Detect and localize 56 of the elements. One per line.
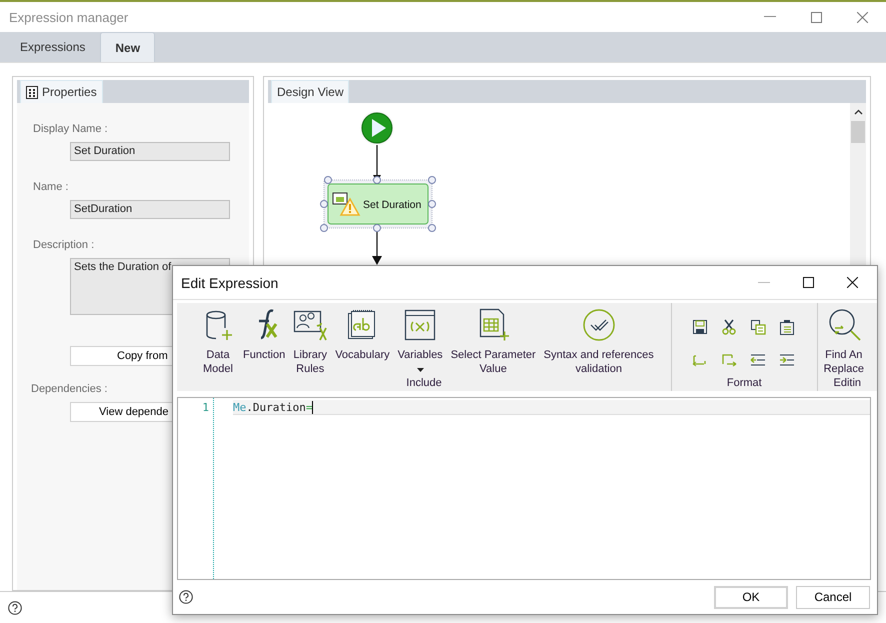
panel-tab-label: Properties xyxy=(42,85,97,99)
node-label: Set Duration xyxy=(363,199,422,211)
find-tool-button[interactable]: Find An Replace xyxy=(822,308,866,377)
scroll-up-icon[interactable] xyxy=(854,109,862,115)
selection-handle[interactable] xyxy=(373,176,381,184)
scroll-thumb[interactable] xyxy=(851,121,865,143)
vocabulary-tool-button[interactable]: Vocabulary xyxy=(333,308,392,377)
maximize-icon[interactable] xyxy=(803,277,814,288)
field-label: Description : xyxy=(33,239,96,251)
selection-handle[interactable] xyxy=(373,224,381,232)
magnifier-icon xyxy=(826,308,861,342)
connector-arrow xyxy=(372,232,382,265)
panel-tab[interactable]: Design View xyxy=(271,80,350,103)
people-fx-icon xyxy=(293,308,328,342)
line-number: 1 xyxy=(202,401,209,414)
cut-icon[interactable] xyxy=(721,319,738,335)
selection-handle[interactable] xyxy=(428,224,436,232)
group-label: Format xyxy=(726,377,763,391)
panel-tab[interactable]: Properties xyxy=(20,80,103,103)
parameter-tool-button[interactable]: Select Parameter Value xyxy=(448,308,538,377)
variable-window-icon xyxy=(403,308,438,342)
help-icon[interactable] xyxy=(8,600,22,614)
selection-handle[interactable] xyxy=(428,176,436,184)
field-label: Display Name : xyxy=(33,123,109,135)
grid-icon xyxy=(26,86,38,98)
group-label: Editin xyxy=(832,377,862,391)
start-icon[interactable] xyxy=(360,111,394,145)
help-icon[interactable] xyxy=(179,590,193,604)
text-field[interactable]: SetDuration xyxy=(70,200,230,219)
ok-button[interactable]: OK xyxy=(714,586,788,608)
outdent-icon[interactable] xyxy=(750,352,766,368)
code-editor[interactable]: 1 Me.Duration= xyxy=(177,397,871,580)
selection-handle[interactable] xyxy=(320,200,328,208)
cancel-button[interactable]: Cancel xyxy=(796,586,870,608)
close-icon[interactable] xyxy=(847,277,858,288)
selection-handle[interactable] xyxy=(320,224,328,232)
selection-handle[interactable] xyxy=(428,200,436,208)
save-icon[interactable] xyxy=(692,319,708,335)
field-label: Dependencies : xyxy=(31,383,108,395)
validation-tool-button[interactable]: Syntax and references validation xyxy=(542,308,656,377)
group-label: Include xyxy=(405,377,443,391)
screen-icon xyxy=(332,192,348,204)
copy-icon[interactable] xyxy=(750,319,766,335)
tab[interactable]: New xyxy=(100,32,156,62)
window-title: Expression manager xyxy=(9,10,128,24)
library-tool-button[interactable]: Library Rules xyxy=(291,308,330,377)
check-circle-icon xyxy=(582,308,616,342)
function-tool-button[interactable]: Function xyxy=(241,308,288,377)
text-field[interactable]: Set Duration xyxy=(70,142,230,161)
indent-icon[interactable] xyxy=(779,352,796,368)
tab[interactable]: Expressions xyxy=(8,32,98,62)
selection-handle[interactable] xyxy=(324,176,332,184)
paste-icon[interactable] xyxy=(779,319,796,335)
variables-tool-button[interactable]: Variables xyxy=(396,308,445,377)
minimize-icon[interactable] xyxy=(764,16,776,18)
field-label: Name : xyxy=(33,181,70,193)
